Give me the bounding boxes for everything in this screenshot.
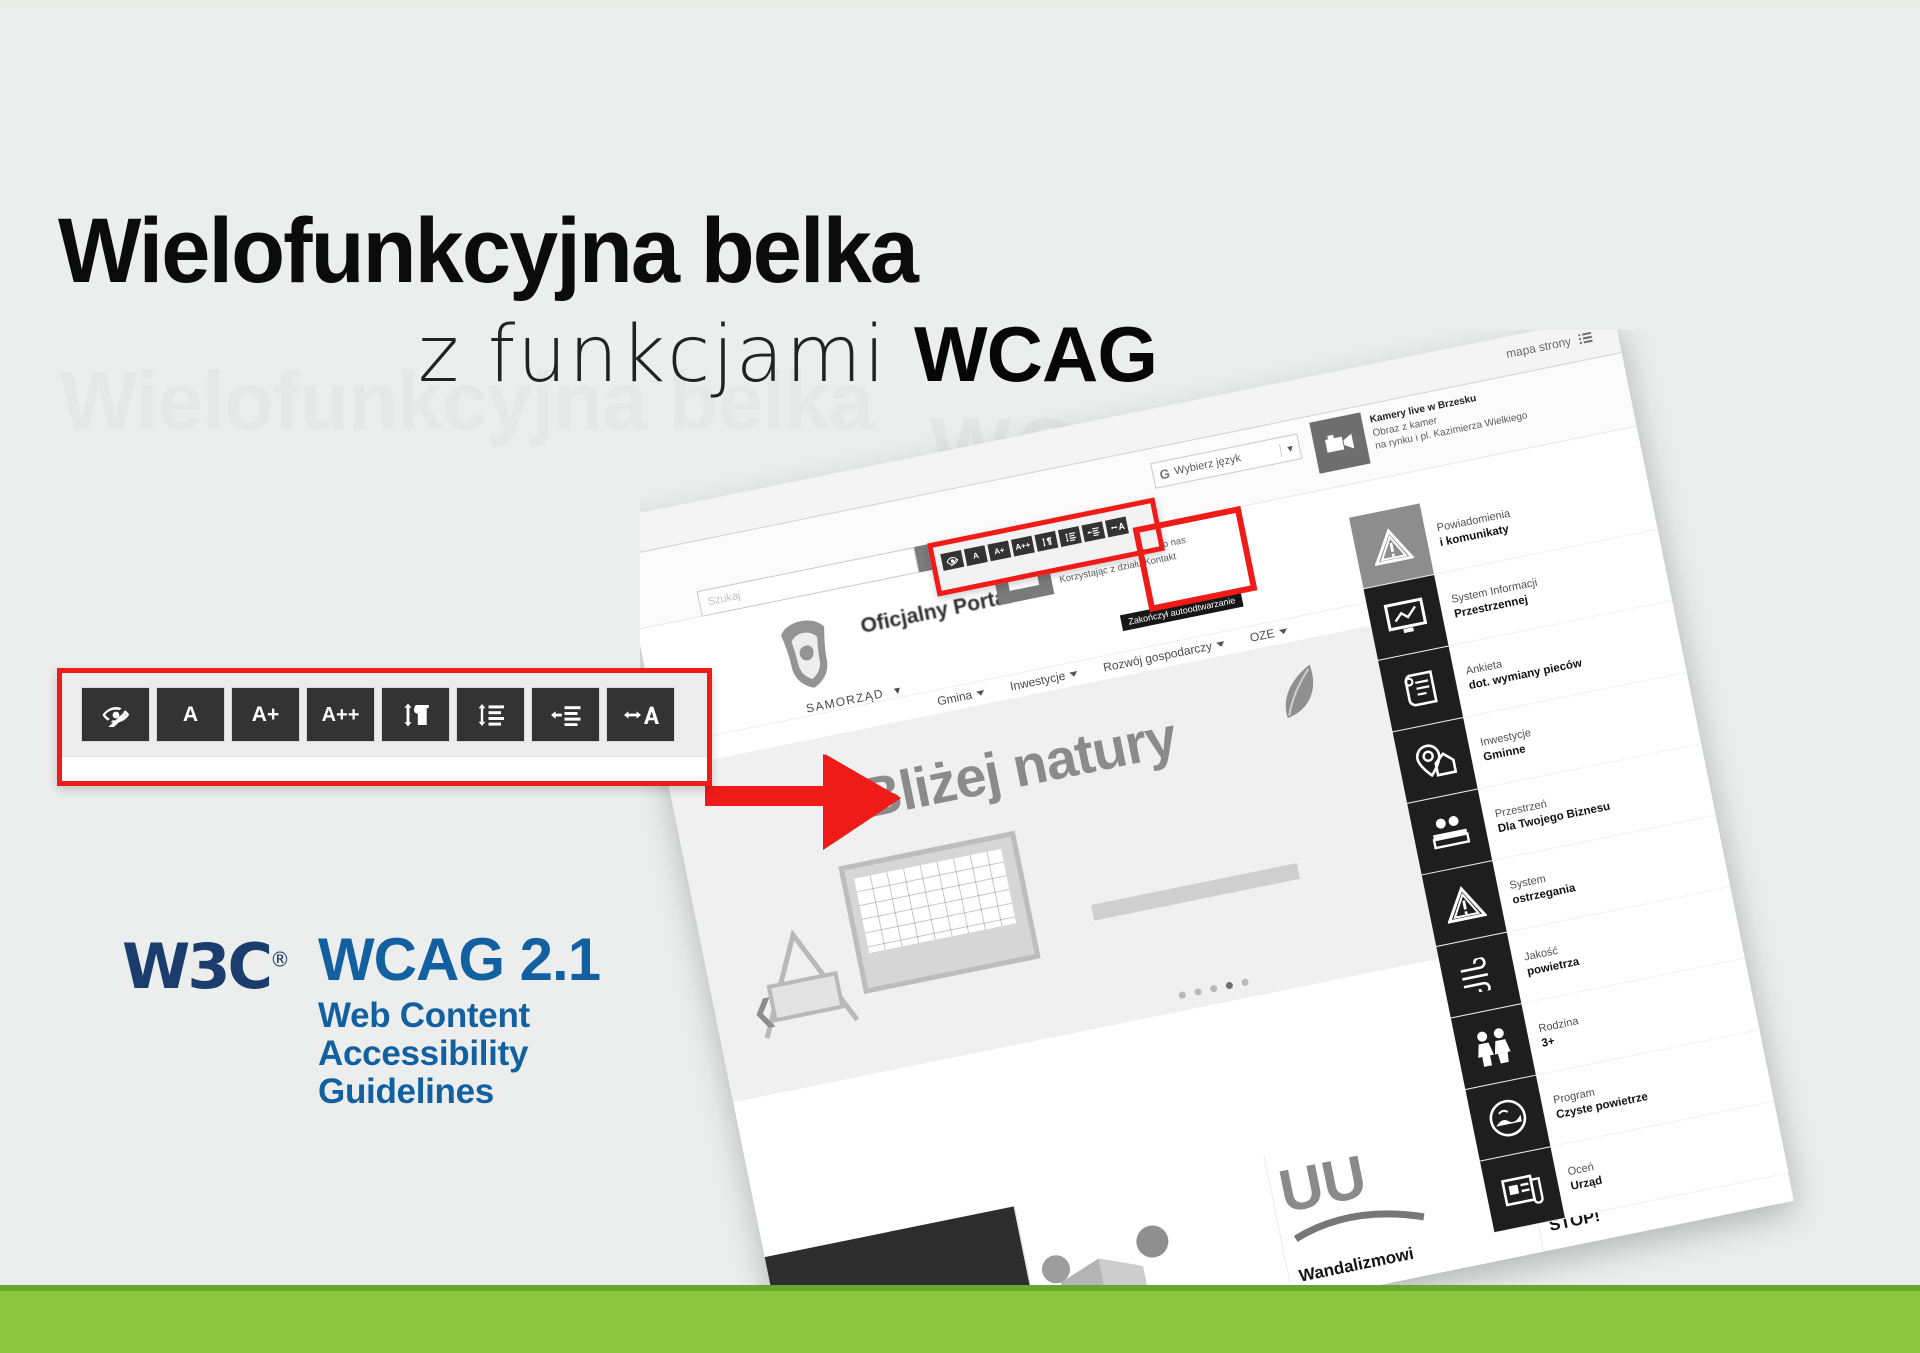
rail-item-label: Powiadomienia i komunikaty	[1424, 507, 1515, 554]
headline-line-2: z funkcjami WCAG	[418, 315, 1378, 394]
business-desk-icon	[1407, 789, 1493, 875]
warning-triangle-icon	[1349, 503, 1434, 589]
headline-line-1: Wielofunkcyjna belka	[58, 200, 919, 302]
registered-icon: ®	[270, 947, 291, 972]
paragraph-height-icon	[401, 702, 431, 728]
clean-air-badge-icon	[1465, 1075, 1551, 1161]
footer-bar	[0, 1291, 1920, 1353]
wcag-subtitle-line-3: Guidelines	[318, 1071, 494, 1111]
headline-line-2-bold: WCAG	[914, 310, 1158, 398]
family-icon	[1450, 1004, 1536, 1090]
letter-spacing-button[interactable]	[606, 687, 675, 742]
line-height-icon	[476, 703, 506, 727]
quick-links-rail: Powiadomienia i komunikaty System Inform…	[1349, 457, 1789, 1234]
page-title: Wielofunkcyjna belka z funkcjami WCAG	[58, 205, 1378, 394]
slider-dot[interactable]	[1178, 990, 1187, 1000]
language-label: Wybierz język	[1173, 452, 1243, 478]
rail-item-label: System ostrzegania	[1496, 866, 1576, 911]
rail-item-label: Program Czyste powietrze	[1540, 1075, 1649, 1126]
search-placeholder: Szukaj	[706, 589, 742, 609]
wcag-subtitle: Web Content Accessibility Guidelines	[318, 997, 600, 1110]
board-grid	[854, 848, 1017, 954]
toolbar-button-row: A A+ A++	[81, 687, 675, 742]
rail-item-label: Inwestycje Gminne	[1467, 726, 1535, 768]
word-spacing-icon	[550, 704, 582, 726]
font-size-larger-button[interactable]: A+	[231, 687, 300, 742]
bench-illustration	[1091, 863, 1301, 921]
wcag-version-title: WCAG 2.1	[318, 926, 601, 993]
chevron-down-icon: ▾	[1279, 441, 1295, 457]
google-g-icon: G	[1158, 465, 1172, 483]
rail-item-label: Ankieta dot. wymiany pieców	[1453, 642, 1584, 697]
warning-triangle-icon	[1421, 861, 1507, 946]
letter-a-icon: A	[182, 703, 199, 726]
sitemap-label: mapa strony	[1504, 334, 1573, 361]
letter-a-plus-plus-icon: A++	[321, 703, 360, 726]
w3c-wcag-logo: W3C® WCAG 2.1 Web Content Accessibility …	[122, 926, 601, 1110]
chevron-down-icon	[1216, 640, 1226, 648]
letter-spacing-icon	[623, 704, 659, 726]
slider-dot[interactable]	[1240, 978, 1250, 987]
contrast-toggle-button[interactable]	[81, 687, 150, 742]
poster-stage: Wielofunkcyjna belka WCAG Wielofunkcyjna…	[0, 0, 1920, 1353]
coat-of-arms-icon	[758, 605, 857, 704]
wind-air-icon	[1436, 932, 1522, 1018]
rail-item-label: Rodzina 3+	[1526, 1014, 1583, 1054]
graffiti-illustration: UU	[1273, 1142, 1425, 1242]
chevron-down-icon	[1278, 627, 1288, 635]
pointer-arrow	[705, 746, 905, 861]
nav-label: OZE	[1248, 626, 1276, 645]
rail-item-label: Przestrzeń Dla Twojego Biznesu	[1482, 785, 1612, 840]
paragraph-spacing-button[interactable]	[381, 687, 450, 742]
accessibility-toolbar-callout: A A+ A++	[57, 668, 712, 786]
rail-item-label: Oceń Urząd	[1555, 1159, 1604, 1198]
letter-a-plus-icon: A+	[251, 703, 280, 726]
slider-dot-active[interactable]	[1225, 981, 1234, 990]
list-icon	[1578, 331, 1594, 348]
line-height-button-mini[interactable]	[1057, 526, 1082, 547]
video-camera-icon	[1309, 412, 1371, 474]
font-size-larger-button-mini[interactable]: A+	[987, 540, 1012, 562]
headline-line-2-thin: z funkcjami	[418, 310, 915, 400]
slider-dot[interactable]	[1193, 987, 1203, 997]
toolbar-panel: A A+ A++	[62, 673, 707, 757]
w3c-mark-text: W3C	[122, 930, 273, 1003]
font-size-normal-button-mini[interactable]: A	[963, 545, 988, 567]
leaf-icon	[1270, 659, 1326, 723]
scroll-document-icon	[1378, 646, 1464, 732]
word-spacing-button-mini[interactable]	[1081, 521, 1106, 543]
rail-item-label: System Informacji Przestrzennej	[1438, 576, 1541, 626]
chevron-down-icon	[1069, 670, 1079, 677]
slider-dots	[1178, 978, 1250, 1000]
slider-dot[interactable]	[1209, 984, 1218, 993]
sitemap-link[interactable]: mapa strony	[1505, 330, 1594, 363]
paragraph-spacing-button-mini[interactable]	[1034, 530, 1059, 552]
eye-slash-icon	[101, 703, 131, 727]
chevron-down-icon	[976, 689, 986, 696]
font-size-normal-button[interactable]: A	[156, 687, 225, 742]
rate-office-icon	[1480, 1147, 1565, 1233]
w3c-mark: W3C®	[122, 930, 290, 998]
rail-item-label: Jakość powietrza	[1511, 940, 1581, 983]
nav-label: Gmina	[935, 687, 974, 709]
monitor-chart-icon	[1363, 574, 1449, 660]
word-spacing-button[interactable]	[531, 687, 600, 742]
contrast-toggle-button-mini[interactable]	[940, 550, 965, 571]
top-band	[0, 0, 1920, 9]
nav-item-oze[interactable]: OZE	[1249, 624, 1289, 645]
line-height-button[interactable]	[456, 687, 525, 742]
wcag-subtitle-line-1: Web Content	[318, 996, 530, 1035]
font-size-largest-button-mini[interactable]: A++	[1010, 535, 1035, 557]
wcag-text-block: WCAG 2.1 Web Content Accessibility Guide…	[318, 926, 601, 1110]
letter-spacing-button-mini[interactable]	[1104, 516, 1129, 538]
wcag-subtitle-line-2: Accessibility	[318, 1033, 529, 1073]
font-size-largest-button[interactable]: A++	[306, 687, 375, 742]
map-pin-house-icon	[1392, 718, 1478, 803]
chevron-down-icon: ▾	[892, 682, 904, 698]
